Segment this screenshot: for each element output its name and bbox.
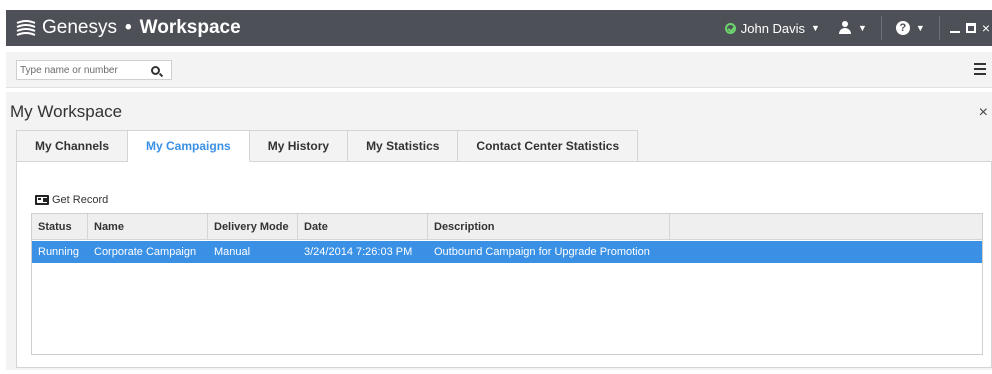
title-separator: • [124, 17, 132, 38]
toolbar-divider [880, 16, 882, 40]
get-record-label: Get Record [52, 194, 109, 206]
menu-icon[interactable] [974, 63, 986, 75]
minimize-icon[interactable] [949, 31, 960, 33]
help-icon: ? [895, 21, 910, 35]
my-workspace-panel: My Workspace × My Channels My Campaigns … [6, 92, 992, 370]
chevron-down-icon: ▼ [811, 23, 820, 33]
help-menu-button[interactable]: ? ▼ [892, 21, 929, 35]
cell-status: Running [38, 246, 79, 258]
search-icon[interactable] [151, 65, 160, 75]
column-header-spacer [670, 214, 982, 239]
column-header-date[interactable]: Date [298, 214, 428, 239]
search-input[interactable] [17, 61, 147, 79]
chevron-down-icon: ▼ [915, 23, 925, 33]
cell-date: 3/24/2014 7:26:03 PM [304, 246, 413, 258]
user-status-menu[interactable]: John Davis ▼ [724, 20, 834, 36]
tab-my-channels[interactable]: My Channels [16, 130, 129, 162]
panel-title: My Workspace [10, 102, 123, 121]
tab-my-statistics[interactable]: My Statistics [348, 130, 459, 162]
maximize-icon[interactable] [965, 23, 976, 33]
cell-delivery-mode: Manual [214, 246, 251, 258]
get-record-button[interactable]: Get Record [35, 194, 108, 206]
search-box [16, 60, 172, 80]
user-name: John Davis [740, 20, 806, 36]
app-title: Workspace [139, 17, 241, 38]
tab-contact-center-statistics[interactable]: Contact Center Statistics [458, 130, 639, 162]
toolbar-divider [938, 16, 940, 40]
column-header-description[interactable]: Description [428, 214, 670, 239]
title-bar: Genesys • Workspace John Davis ▼ ▼ ? ▼ × [6, 10, 992, 46]
genesys-logo-icon [16, 20, 36, 36]
cell-description: Outbound Campaign for Upgrade Promotion [434, 246, 650, 258]
agent-menu-button[interactable]: ▼ [834, 21, 871, 35]
table-header: Status Name Delivery Mode Date Descripti… [32, 214, 982, 240]
team-communicator-bar [6, 52, 992, 88]
close-icon[interactable]: × [982, 21, 990, 35]
column-header-delivery-mode[interactable]: Delivery Mode [208, 214, 298, 239]
column-header-status[interactable]: Status [32, 214, 88, 239]
status-ready-icon [724, 22, 736, 34]
brand-name: Genesys [42, 17, 117, 38]
table-row[interactable]: Running Corporate Campaign Manual 3/24/2… [32, 241, 982, 263]
close-icon[interactable]: × [979, 104, 988, 122]
tab-my-campaigns[interactable]: My Campaigns [128, 130, 250, 162]
chevron-down-icon: ▼ [857, 23, 867, 33]
workspace-tabs: My Channels My Campaigns My History My S… [16, 130, 992, 162]
column-header-name[interactable]: Name [88, 214, 208, 239]
cell-name: Corporate Campaign [94, 246, 197, 258]
get-record-icon [35, 195, 49, 205]
tab-my-history[interactable]: My History [249, 130, 349, 162]
campaigns-content: Get Record Status Name Delivery Mode Dat… [16, 162, 992, 368]
app-brand: Genesys • Workspace [16, 10, 241, 46]
campaigns-table: Status Name Delivery Mode Date Descripti… [31, 213, 983, 355]
agent-icon [838, 21, 852, 35]
